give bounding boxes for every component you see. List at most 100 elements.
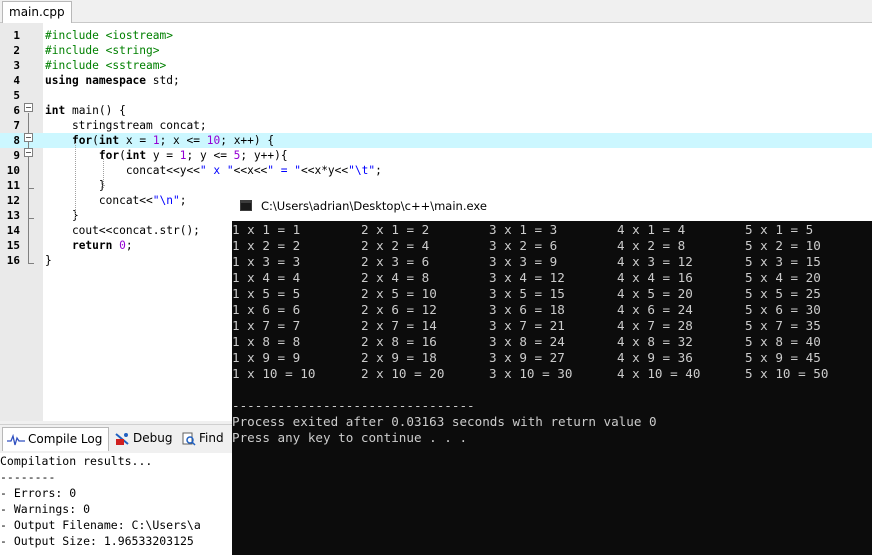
console-cell: 4 x 5 = 20	[617, 286, 693, 301]
console-cell: 4 x 1 = 4	[617, 222, 686, 237]
log-line: --------	[0, 470, 56, 484]
console-cell: 2 x 5 = 10	[361, 286, 437, 301]
log-line: Compilation results...	[0, 454, 153, 468]
debug-icon	[115, 432, 129, 445]
line-number: 2	[13, 44, 20, 57]
code-text: int main() {	[45, 103, 126, 118]
line-number: 6	[13, 104, 20, 117]
code-token: #include <iostream>	[45, 29, 173, 42]
line-number: 10	[6, 164, 20, 177]
code-line[interactable]: 1 #include <iostream>	[0, 28, 872, 43]
compile-log-icon	[7, 433, 25, 445]
console-row: 1 x 10 = 10 2 x 10 = 20 3 x 10 = 30 4 x 10 …	[232, 366, 872, 382]
code-line[interactable]: 4 using namespace std;	[0, 73, 872, 88]
tab-compile-log-label: Compile Log	[28, 432, 103, 446]
code-token: (	[119, 149, 126, 162]
console-cell: 5 x 8 = 40	[745, 334, 821, 349]
console-cell: 5 x 3 = 15	[745, 254, 821, 269]
console-icon	[240, 200, 252, 211]
tab-debug[interactable]: Debug	[114, 427, 172, 450]
console-cell: 2 x 8 = 16	[361, 334, 437, 349]
code-token: <<x<<	[233, 164, 268, 177]
code-line[interactable]: 5	[0, 88, 872, 103]
code-token: cout<<concat.str();	[45, 224, 200, 237]
code-token: ; x <=	[159, 134, 207, 147]
console-cell: 1 x 1 = 1	[232, 222, 301, 237]
console-cell: 2 x 3 = 6	[361, 254, 430, 269]
code-token: " = "	[267, 164, 301, 177]
console-row: 1 x 4 = 4 2 x 4 = 8 3 x 4 = 12 4 x 4 = 16 5 …	[232, 270, 872, 286]
tab-main-cpp[interactable]: main.cpp	[2, 1, 72, 23]
console-row: 1 x 5 = 5 2 x 5 = 10 3 x 5 = 15 4 x 5 = 20 5…	[232, 286, 872, 302]
find-icon	[182, 432, 196, 446]
code-text: for(int x = 1; x <= 10; x++) {	[45, 133, 274, 148]
console-cell: 3 x 3 = 9	[489, 254, 558, 269]
code-line[interactable]: 7 stringstream concat;	[0, 118, 872, 133]
tab-debug-label: Debug	[133, 431, 173, 445]
line-number: 16	[6, 254, 20, 267]
line-number: 13	[6, 209, 20, 222]
console-cell: 5 x 7 = 35	[745, 318, 821, 333]
console-cell: 4 x 9 = 36	[617, 350, 693, 365]
fold-end	[28, 188, 34, 189]
console-cell: 3 x 1 = 3	[489, 222, 558, 237]
code-token: using namespace	[45, 74, 147, 87]
code-line[interactable]: 6 int main() {	[0, 103, 872, 118]
code-token: 1	[179, 149, 187, 162]
tab-find[interactable]: Find	[182, 427, 224, 450]
console-prompt: Press any key to continue . . .	[232, 430, 468, 445]
console-cell: 5 x 4 = 20	[745, 270, 821, 285]
line-number: 8	[13, 134, 20, 147]
console-row: 1 x 2 = 2 2 x 2 = 4 3 x 2 = 6 4 x 2 = 8 5 x …	[232, 238, 872, 254]
code-token: #include <string>	[45, 44, 160, 57]
code-text: stringstream concat;	[45, 118, 207, 133]
line-number: 5	[13, 89, 20, 102]
code-line[interactable]: 3 #include <sstream>	[0, 58, 872, 73]
console-cell: 1 x 3 = 3	[232, 254, 301, 269]
code-token: "\n"	[152, 194, 180, 207]
code-token: int	[125, 149, 147, 162]
line-number: 7	[13, 119, 20, 132]
line-number: 15	[6, 239, 20, 252]
code-token: ;	[375, 164, 382, 177]
code-line[interactable]: 9 for(int y = 1; y <= 5; y++){	[0, 148, 872, 163]
log-line: - Output Filename: C:\Users\a	[0, 518, 201, 532]
console-row: 1 x 9 = 9 2 x 9 = 18 3 x 9 = 27 4 x 9 = 36 5…	[232, 350, 872, 366]
console-cell: 1 x 4 = 4	[232, 270, 301, 285]
code-token: #include <sstream>	[45, 59, 167, 72]
code-line[interactable]: 10 concat<<y<<" x "<<x<<" = "<<x*y<<"\t"…	[0, 163, 872, 178]
console-row: 1 x 6 = 6 2 x 6 = 12 3 x 6 = 18 4 x 6 = 24 5…	[232, 302, 872, 318]
code-token: concat<<	[45, 194, 153, 207]
code-text: return 0;	[45, 238, 133, 253]
code-token: stringstream concat;	[45, 119, 207, 132]
tab-find-label: Find	[199, 431, 224, 445]
fold-toggle-main[interactable]	[24, 103, 33, 112]
code-line[interactable]: 2 #include <string>	[0, 43, 872, 58]
code-token: 1	[152, 134, 160, 147]
fold-toggle-inner-for[interactable]	[24, 148, 33, 157]
console-cell: 5 x 6 = 30	[745, 302, 821, 317]
line-number: 4	[13, 74, 20, 87]
line-number: 12	[6, 194, 20, 207]
tab-compile-log[interactable]: Compile Log	[2, 427, 110, 451]
code-text: #include <iostream>	[45, 28, 173, 43]
code-line[interactable]: 8 for(int x = 1; x <= 10; x++) {	[0, 133, 872, 148]
indent-guide	[103, 158, 104, 188]
console-title-bar[interactable]: C:\Users\adrian\Desktop\c++\main.exe	[232, 191, 872, 221]
indent-guide	[75, 143, 76, 218]
console-cell: 5 x 2 = 10	[745, 238, 821, 253]
code-token: 10	[206, 134, 221, 147]
console-cell: 1 x 7 = 7	[232, 318, 301, 333]
code-token: int	[98, 134, 120, 147]
code-token: main() {	[65, 104, 126, 117]
code-text: #include <sstream>	[45, 58, 166, 73]
code-text: }	[45, 208, 79, 223]
console-title: C:\Users\adrian\Desktop\c++\main.exe	[261, 199, 487, 213]
fold-toggle-outer-for[interactable]	[24, 133, 33, 142]
code-text: concat<<y<<" x "<<x<<" = "<<x*y<<"\t";	[45, 163, 382, 178]
code-token: ; x++) {	[220, 134, 275, 147]
console-window[interactable]: C:\Users\adrian\Desktop\c++\main.exe 1 x…	[232, 191, 872, 555]
line-number: 11	[6, 179, 20, 192]
